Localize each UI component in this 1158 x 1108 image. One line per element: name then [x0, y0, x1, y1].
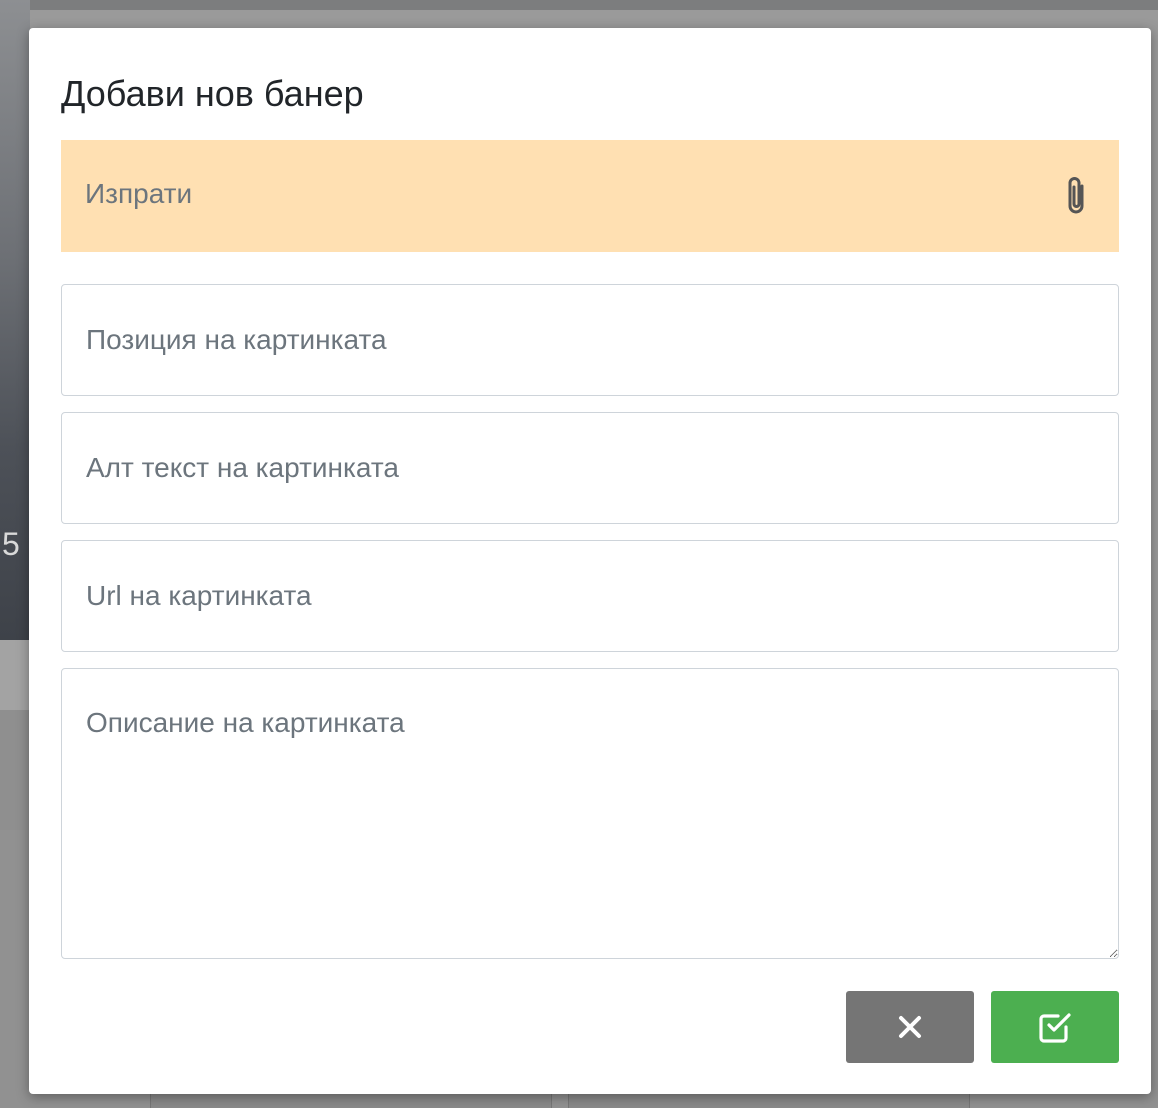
paperclip-icon [1063, 174, 1089, 218]
image-description-textarea[interactable] [61, 668, 1119, 959]
upload-label: Изпрати [85, 178, 193, 209]
file-upload-button[interactable]: Изпрати [61, 140, 1119, 252]
image-alt-text-input[interactable] [61, 412, 1119, 524]
cancel-button[interactable] [846, 991, 974, 1063]
add-banner-modal: Добави нов банер Изпрати [29, 28, 1151, 1094]
close-icon [897, 1014, 923, 1040]
background-text: 5 [2, 526, 20, 562]
background-header [0, 0, 1158, 10]
image-url-input[interactable] [61, 540, 1119, 652]
confirm-button[interactable] [991, 991, 1119, 1063]
modal-title: Добави нов банер [61, 73, 364, 114]
check-square-icon [1038, 1010, 1072, 1044]
image-position-input[interactable] [61, 284, 1119, 396]
